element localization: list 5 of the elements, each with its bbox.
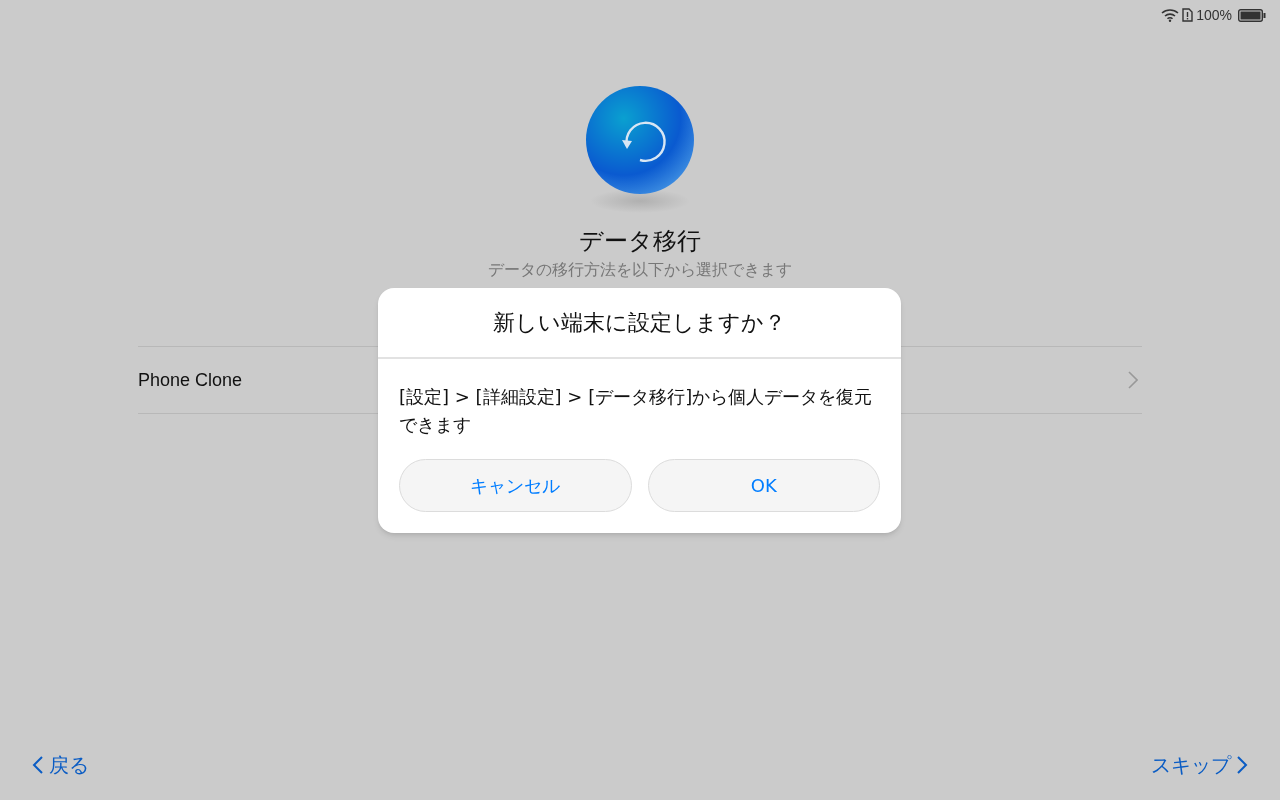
page-title: データ移行: [579, 226, 701, 257]
page-subtitle: データの移行方法を以下から選択できます: [488, 259, 792, 281]
dialog-message: [設定] > [詳細設定] > [データ移行]から個人データを復元できます: [398, 385, 874, 437]
battery-percentage: 100%: [1196, 5, 1232, 25]
dialog-title: 新しい端末に設定しますか？: [378, 288, 901, 359]
